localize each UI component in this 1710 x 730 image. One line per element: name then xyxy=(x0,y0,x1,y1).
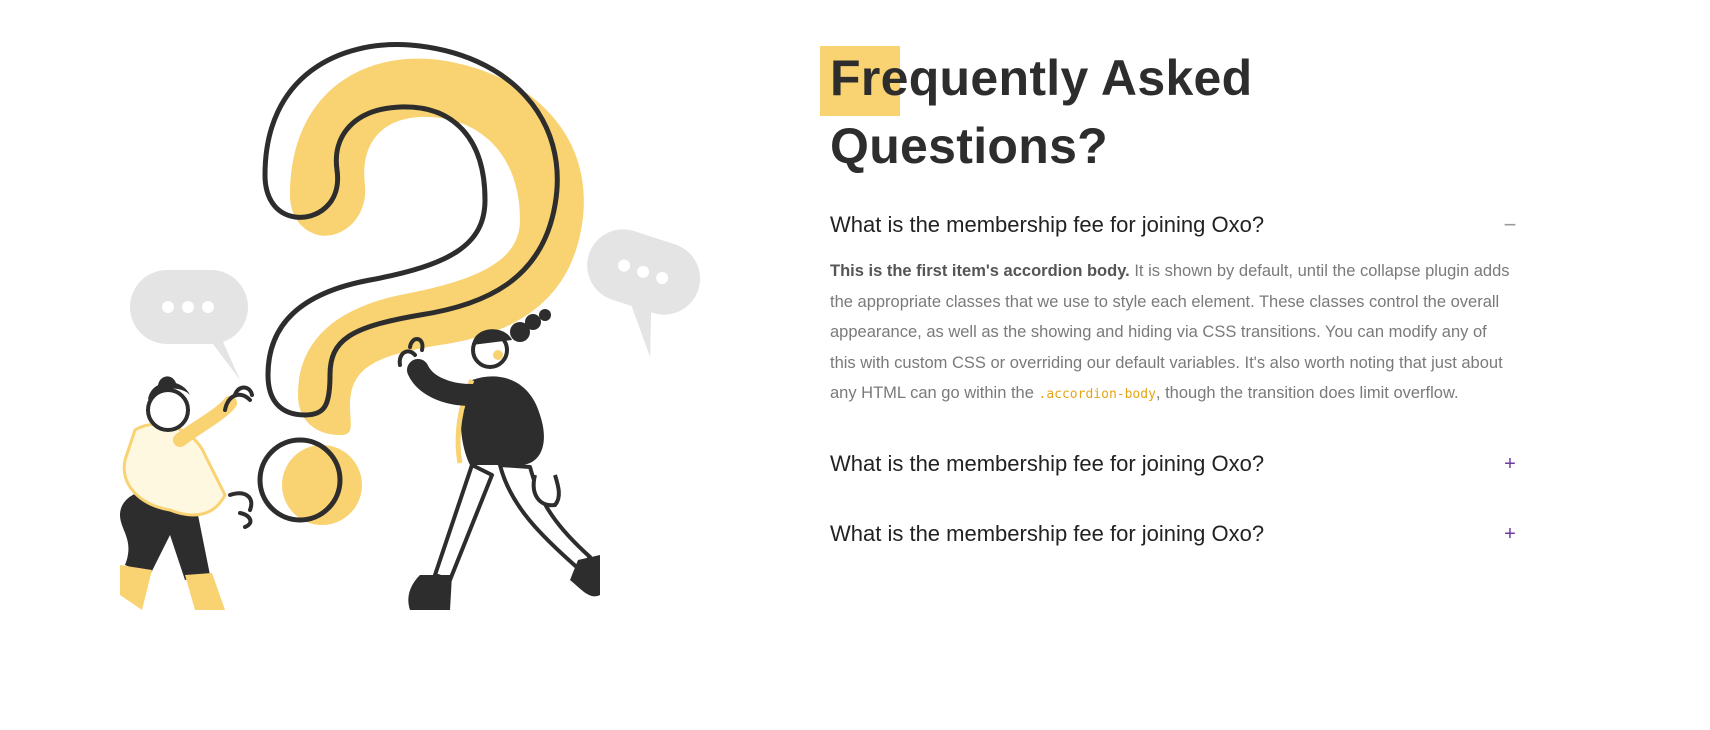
faq-section: Frequently Asked Questions? What is the … xyxy=(820,40,1520,551)
person-illustration xyxy=(397,309,600,610)
accordion-question: What is the membership fee for joining O… xyxy=(830,450,1265,476)
accordion-item: What is the membership fee for joining O… xyxy=(820,208,1520,429)
faq-accordion: What is the membership fee for joining O… xyxy=(820,208,1520,551)
accordion-body-text: It is shown by default, until the collap… xyxy=(830,262,1510,402)
ball-illustration xyxy=(257,437,362,525)
accordion-question: What is the membership fee for joining O… xyxy=(830,212,1265,237)
chat-bubble-icon xyxy=(130,270,248,380)
accordion-header[interactable]: What is the membership fee for joining O… xyxy=(820,517,1520,551)
faq-illustration xyxy=(120,42,701,610)
title-wrap: Frequently Asked Questions? xyxy=(820,40,1520,174)
page-title: Frequently Asked Questions? xyxy=(830,50,1253,174)
chat-bubble-icon xyxy=(587,229,701,358)
expand-plus-icon[interactable]: + xyxy=(1500,524,1520,544)
accordion-item: What is the membership fee for joining O… xyxy=(820,447,1520,481)
collapse-minus-icon[interactable]: − xyxy=(1500,214,1520,236)
accordion-body: This is the first item's accordion body.… xyxy=(820,242,1510,429)
person-illustration xyxy=(120,376,254,610)
accordion-body-text-end: , though the transition does limit overf… xyxy=(1155,384,1459,402)
expand-plus-icon[interactable]: + xyxy=(1500,454,1520,474)
accordion-body-strong: This is the first item's accordion body. xyxy=(830,262,1130,280)
accordion-body-code: .accordion-body xyxy=(1038,387,1156,402)
accordion-item: What is the membership fee for joining O… xyxy=(820,517,1520,551)
accordion-header[interactable]: What is the membership fee for joining O… xyxy=(820,208,1520,242)
accordion-header[interactable]: What is the membership fee for joining O… xyxy=(820,447,1520,481)
accordion-question: What is the membership fee for joining O… xyxy=(830,520,1265,546)
